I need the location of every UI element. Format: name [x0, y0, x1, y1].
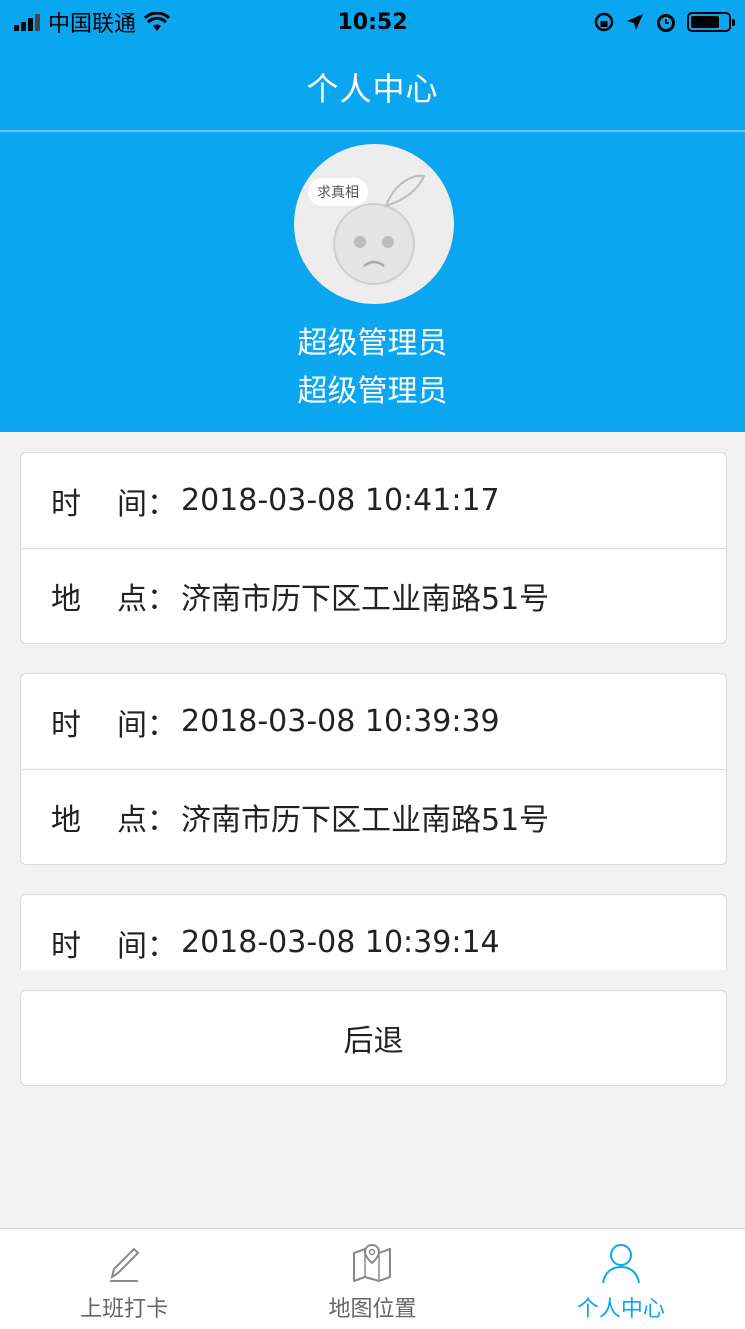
record-card: 时间： 2018-03-08 10:39:14 [20, 894, 727, 970]
tab-map[interactable]: 地图位置 [248, 1229, 496, 1329]
place-label-suffix: 点： [117, 582, 177, 617]
tab-label: 个人中心 [576, 1297, 665, 1322]
record-place-value: 济南市历下区工业南路51号 [181, 582, 550, 617]
orientation-lock-icon [594, 12, 614, 32]
place-label-suffix: 点： [117, 803, 177, 838]
alarm-icon [657, 14, 675, 32]
record-time-row: 时间： 2018-03-08 10:39:14 [21, 895, 726, 970]
record-list[interactable]: 时间： 2018-03-08 10:41:17 地点： 济南市历下区工业南路51… [0, 432, 745, 970]
back-button[interactable]: 后退 [20, 990, 727, 1086]
page-title: 个人中心 [306, 70, 439, 108]
person-icon [601, 1244, 640, 1284]
record-place-row: 地 点： 济南市历下区工业南路51号 [21, 548, 726, 643]
record-time-value: 2018-03-08 10:39:14 [181, 925, 500, 960]
time-label-suffix: 间： [117, 486, 177, 522]
avatar[interactable]: 求真相 [294, 144, 454, 304]
place-label: 地 [51, 582, 81, 617]
tab-clock-in[interactable]: 上班打卡 [0, 1229, 248, 1329]
pencil-icon [110, 1247, 140, 1282]
record-time-value: 2018-03-08 10:39:39 [181, 704, 500, 739]
user-name: 超级管理员 [297, 326, 448, 361]
carrier-label: 中国联通 [48, 12, 137, 37]
tab-label: 上班打卡 [80, 1297, 169, 1322]
place-label: 地 [51, 803, 81, 838]
profile-header: 求真相 超级管理员 超级管理员 [0, 132, 745, 432]
record-time-value: 2018-03-08 10:41:17 [181, 483, 500, 518]
user-role: 超级管理员 [297, 374, 448, 409]
signal-icon [14, 13, 40, 31]
time-label-suffix: 间： [117, 928, 177, 964]
nav-bar: 个人中心 [0, 44, 745, 132]
record-card: 时间： 2018-03-08 10:39:39 地 点： 济南市历下区工业南路51… [20, 673, 727, 865]
tab-label: 地图位置 [328, 1297, 417, 1322]
record-time-row: 时间： 2018-03-08 10:39:39 [21, 674, 726, 769]
avatar-caption: 求真相 [308, 178, 368, 206]
tab-profile[interactable]: 个人中心 [497, 1229, 745, 1329]
record-place-value: 济南市历下区工业南路51号 [181, 803, 550, 838]
location-icon [627, 14, 643, 30]
time-label-suffix: 间： [117, 707, 177, 743]
avatar-face-icon [333, 174, 426, 285]
wifi-icon [144, 12, 171, 31]
record-place-row: 地 点： 济南市历下区工业南路51号 [21, 769, 726, 864]
map-icon [353, 1243, 392, 1282]
record-card: 时间： 2018-03-08 10:41:17 地 点： 济南市历下区工业南路51… [20, 452, 727, 644]
record-time-row: 时间： 2018-03-08 10:41:17 [21, 453, 726, 548]
tab-bar: 上班打卡 地图位置 个人中心 [0, 1228, 745, 1329]
time-label: 时 [51, 707, 81, 743]
status-bar: 中国联通 10:52 [0, 0, 745, 44]
time-label: 时 [51, 928, 81, 964]
battery-icon [687, 12, 735, 32]
time-label: 时 [51, 486, 81, 522]
